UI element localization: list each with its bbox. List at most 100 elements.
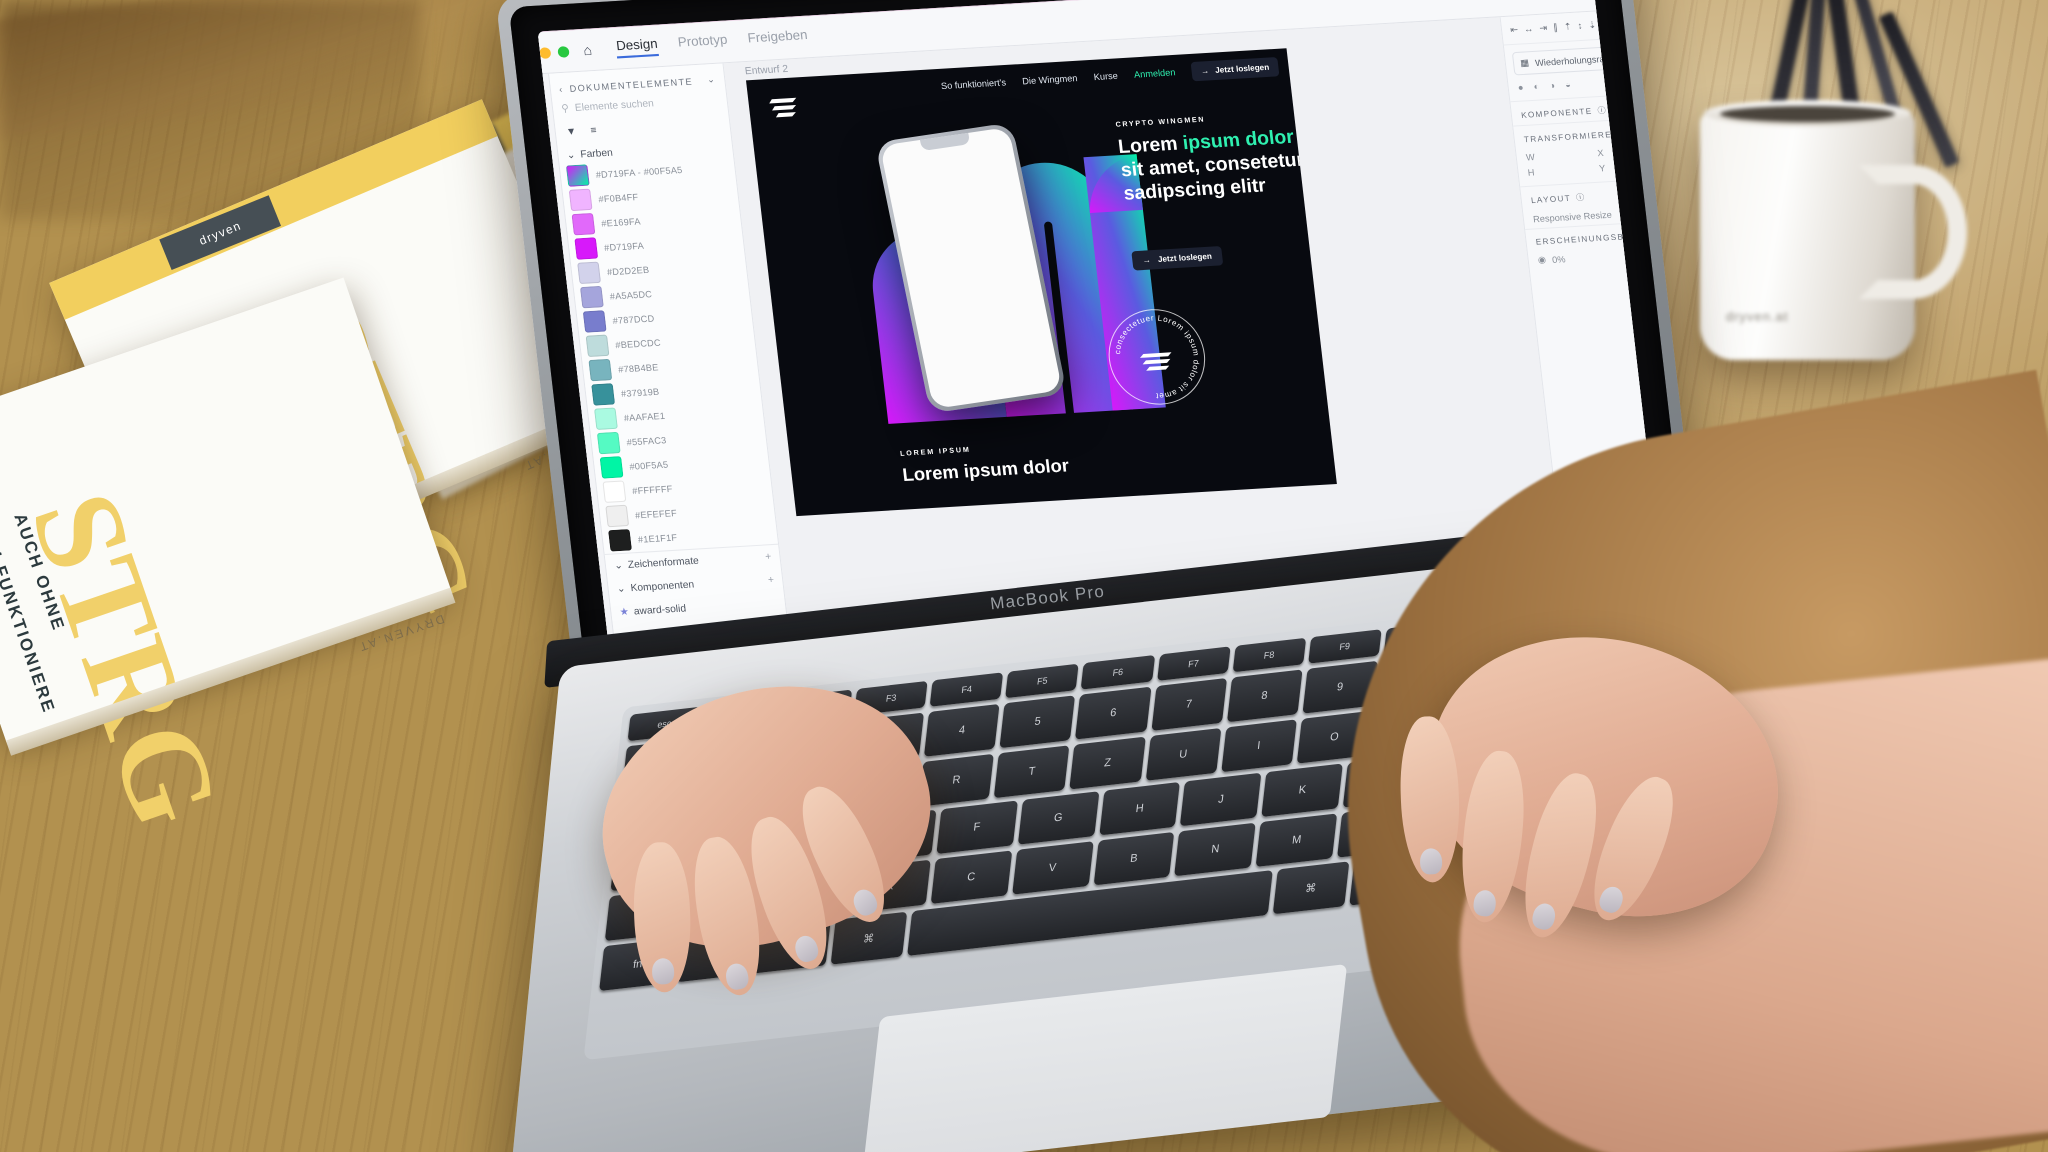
key-J[interactable]: J	[1180, 772, 1262, 827]
menubar-item-bearbeiten[interactable]: Bearbeiten	[647, 1, 713, 20]
key-Z[interactable]: Z	[1069, 736, 1146, 790]
key-7[interactable]: 7	[1150, 678, 1227, 731]
color-chip[interactable]	[585, 334, 610, 358]
color-chip[interactable]	[591, 383, 616, 406]
zoom-button[interactable]	[557, 45, 570, 58]
menubar-item-objekt[interactable]: Objekt	[733, 0, 773, 15]
key-4[interactable]: 4	[924, 703, 1000, 757]
add-icon[interactable]: +	[765, 551, 772, 562]
opacity-value[interactable]: 0%	[1551, 254, 1565, 265]
key-V[interactable]: V	[1011, 841, 1094, 895]
key-K[interactable]: K	[1261, 763, 1344, 817]
help-icon[interactable]: ⓘ	[1597, 105, 1608, 117]
artboard-tool[interactable]: ⬚	[553, 343, 571, 364]
key-N[interactable]: N	[1174, 822, 1257, 877]
distribute-v-icon[interactable]: ≣	[1602, 19, 1611, 31]
home-icon[interactable]: ⌂	[582, 42, 593, 59]
key-8[interactable]: 8	[1226, 669, 1303, 723]
y-field[interactable]: Y	[1599, 160, 1663, 173]
key-I[interactable]: I	[1220, 719, 1297, 773]
key-T[interactable]: T	[994, 745, 1070, 799]
tab-freigeben[interactable]: Freigeben	[747, 27, 809, 51]
color-chip[interactable]	[588, 358, 613, 382]
color-chip[interactable]	[608, 529, 632, 552]
x-field[interactable]: X	[1597, 144, 1661, 158]
key-C[interactable]: C	[930, 850, 1012, 905]
help-icon[interactable]: ⓘ	[1575, 192, 1587, 204]
subtract-icon[interactable]: ◐	[1533, 81, 1540, 91]
key-6[interactable]: 6	[1075, 686, 1152, 740]
align-top-icon[interactable]: ⇡	[1563, 21, 1572, 33]
nav-cta-button[interactable]: → Jetzt loslegen	[1190, 56, 1280, 81]
intersect-icon[interactable]: ◑	[1549, 80, 1556, 90]
chevron-left-icon[interactable]: ‹	[558, 84, 564, 94]
menubar-item-ansicht[interactable]: Ansicht	[864, 0, 909, 7]
color-chip[interactable]	[596, 431, 621, 455]
repeat-grid-button[interactable]: ▦ Wiederholungsraster	[1511, 43, 1654, 76]
color-chip[interactable]	[579, 285, 604, 309]
height-field[interactable]: H	[1527, 164, 1591, 178]
align-right-icon[interactable]: ⇥	[1539, 23, 1548, 35]
exclude-icon[interactable]: ◒	[1565, 79, 1572, 89]
color-chip[interactable]	[574, 237, 599, 260]
key-F[interactable]: F	[936, 800, 1018, 855]
tab-design[interactable]: Design	[615, 35, 659, 59]
key-F7[interactable]: F7	[1156, 646, 1231, 681]
zoom-tool[interactable]: ⌕	[561, 381, 572, 400]
key-F6[interactable]: F6	[1081, 655, 1155, 690]
pen-tool[interactable]: ✎	[546, 270, 562, 291]
nav-item-die-wingmen[interactable]: Die Wingmen	[1022, 73, 1078, 86]
rectangle-tool[interactable]: □	[538, 124, 543, 143]
nav-item-so-funktionierts[interactable]: So funktioniert's	[940, 77, 1006, 91]
sort-icon[interactable]: ≡	[590, 125, 597, 136]
key-F4[interactable]: F4	[929, 672, 1004, 707]
key-B[interactable]: B	[1093, 831, 1175, 886]
window-traffic-lights[interactable]	[538, 45, 570, 60]
polygon-tool[interactable]: △	[538, 195, 553, 216]
color-chip[interactable]	[602, 480, 627, 503]
key-H[interactable]: H	[1098, 781, 1181, 836]
tab-prototyp[interactable]: Prototyp	[677, 32, 729, 55]
color-chip[interactable]	[582, 310, 607, 333]
color-chip[interactable]	[577, 261, 602, 285]
color-chip[interactable]	[605, 504, 630, 528]
key-F8[interactable]: F8	[1232, 637, 1306, 673]
key-M[interactable]: M	[1255, 813, 1338, 867]
artboard-name[interactable]: Entwurf 2	[744, 64, 788, 78]
color-chip[interactable]	[568, 188, 593, 212]
distribute-h-icon[interactable]: ∥	[1553, 22, 1559, 33]
key-U[interactable]: U	[1145, 727, 1222, 781]
artboard-entwurf-2[interactable]: So funktioniert's Die Wingmen Kurse Anme…	[745, 48, 1337, 517]
menubar-item-fenster[interactable]: Fenster	[930, 0, 977, 4]
chevron-down-icon[interactable]: ⌄	[706, 74, 716, 86]
color-chip[interactable]	[599, 456, 624, 479]
width-field[interactable]: W	[1525, 149, 1589, 163]
ellipse-tool[interactable]: ○	[538, 160, 547, 179]
help-icon[interactable]: ⓘ	[1624, 128, 1635, 140]
nav-item-kurse[interactable]: Kurse	[1093, 71, 1118, 83]
select-tool[interactable]: ➤	[538, 87, 541, 108]
color-chip[interactable]	[565, 164, 590, 187]
color-chip[interactable]	[594, 407, 618, 431]
align-middle-icon[interactable]: ↕	[1577, 21, 1583, 32]
text-tool[interactable]: T	[552, 308, 564, 327]
transform-fields[interactable]: W X H Y	[1516, 141, 1671, 187]
align-left-icon[interactable]: ⇤	[1510, 24, 1519, 36]
add-icon[interactable]: +	[767, 575, 774, 586]
menubar-item-datei[interactable]: Datei	[593, 7, 626, 24]
nav-item-anmelden[interactable]: Anmelden	[1133, 67, 1176, 80]
key-⌘[interactable]: ⌘	[1272, 861, 1350, 915]
key-F9[interactable]: F9	[1307, 629, 1382, 664]
align-center-h-icon[interactable]: ↔	[1523, 23, 1533, 35]
menubar-item-plugins[interactable]: Plug-ins	[794, 0, 844, 12]
menubar-item-app[interactable]: XD	[552, 10, 572, 26]
line-tool[interactable]: ╱	[543, 233, 555, 254]
xd-mode-tabs[interactable]: Design Prototyp Freigeben	[615, 27, 808, 59]
add-icon[interactable]: ●	[1517, 82, 1524, 92]
layout-toggle[interactable]	[1642, 186, 1667, 200]
minimize-button[interactable]	[538, 46, 552, 59]
filter-icon[interactable]: ▼	[566, 126, 577, 138]
color-chip[interactable]	[571, 212, 596, 236]
align-bottom-icon[interactable]: ⇣	[1588, 20, 1597, 32]
key-5[interactable]: 5	[999, 695, 1076, 749]
